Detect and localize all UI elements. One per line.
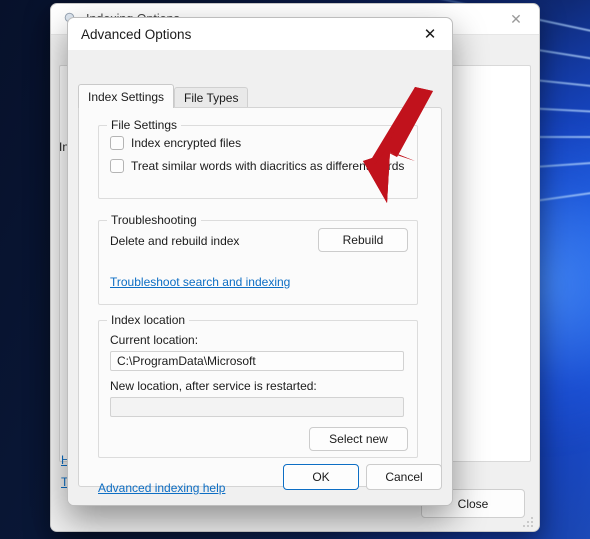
checkbox-index-encrypted-files[interactable]: Index encrypted files: [110, 136, 241, 150]
tab-index-settings[interactable]: Index Settings: [78, 84, 175, 108]
advanced-options-titlebar[interactable]: Advanced Options ✕: [68, 18, 452, 50]
select-new-button[interactable]: Select new: [309, 427, 408, 451]
tab-index-settings-label: Index Settings: [88, 89, 165, 104]
advanced-indexing-help-link[interactable]: Advanced indexing help: [98, 481, 225, 495]
close-icon[interactable]: ✕: [493, 4, 539, 34]
checkbox-treat-similar-words-label: Treat similar words with diacritics as d…: [131, 159, 405, 173]
current-location-label: Current location:: [110, 333, 199, 347]
resize-grip[interactable]: [523, 517, 535, 529]
troubleshooting-legend: Troubleshooting: [107, 213, 201, 227]
index-location-legend: Index location: [107, 313, 190, 327]
rebuild-button[interactable]: Rebuild: [318, 228, 408, 252]
tabstrip: Index Settings File Types: [78, 84, 442, 108]
index-settings-panel: File Settings Index encrypted files Trea…: [78, 107, 442, 495]
checkbox-icon[interactable]: [110, 136, 124, 150]
tab-file-types[interactable]: File Types: [174, 87, 249, 108]
ok-button[interactable]: OK: [283, 464, 359, 490]
current-location-input[interactable]: C:\ProgramData\Microsoft: [110, 351, 404, 371]
cancel-button[interactable]: Cancel: [366, 464, 442, 490]
dialog-title: Advanced Options: [81, 26, 192, 42]
checkbox-index-encrypted-files-label: Index encrypted files: [131, 136, 242, 150]
troubleshoot-search-link[interactable]: Troubleshoot search and indexing: [110, 275, 290, 289]
new-location-input[interactable]: [110, 397, 404, 417]
file-settings-legend: File Settings: [107, 118, 182, 132]
advanced-options-dialog[interactable]: Advanced Options ✕ Index Settings File T…: [67, 17, 453, 506]
advanced-options-body: Index Settings File Types File Settings …: [68, 50, 452, 505]
rebuild-description: Delete and rebuild index: [110, 234, 240, 248]
checkbox-icon[interactable]: [110, 159, 124, 173]
new-location-label: New location, after service is restarted…: [110, 379, 317, 393]
close-icon[interactable]: ✕: [408, 18, 452, 50]
tab-file-types-label: File Types: [184, 91, 239, 105]
checkbox-treat-similar-words[interactable]: Treat similar words with diacritics as d…: [110, 159, 404, 173]
